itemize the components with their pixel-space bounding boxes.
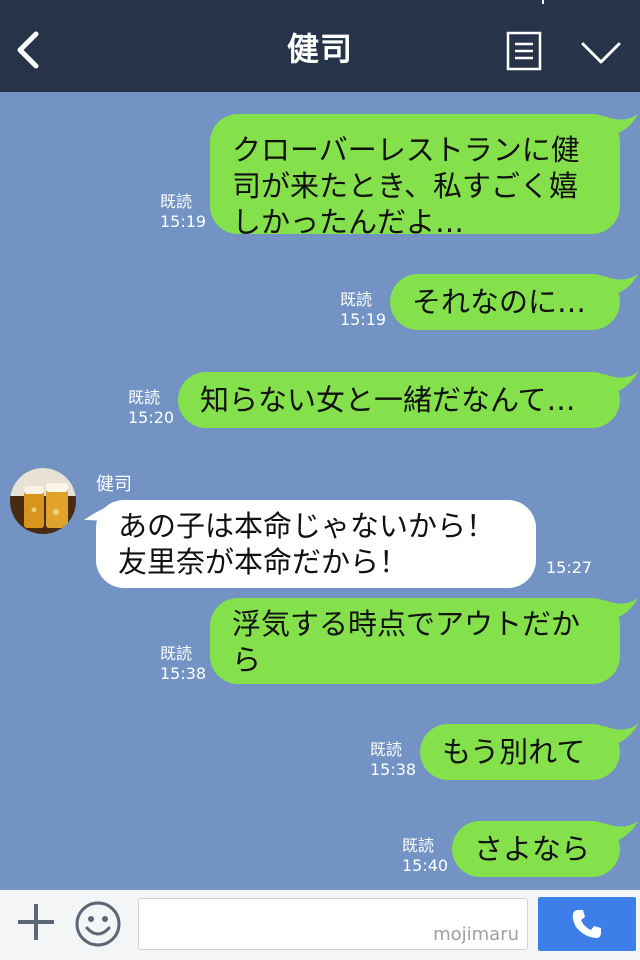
sent-message-bubble[interactable]: それなのに…: [390, 274, 620, 330]
read-status: 既読 15:38: [370, 740, 417, 779]
avatar[interactable]: [10, 468, 76, 534]
emoji-icon[interactable]: [74, 900, 122, 948]
chat-header: 健司: [0, 0, 640, 92]
bubble-tail: [604, 821, 638, 843]
bubble-tail: [604, 372, 638, 394]
bubble-tail: [604, 724, 638, 746]
phone-icon: [572, 910, 601, 938]
sent-message-bubble[interactable]: さよなら: [452, 821, 620, 877]
menu-icon[interactable]: [506, 31, 542, 71]
bubble-tail: [604, 598, 638, 620]
read-status: 既読 15:38: [160, 644, 207, 683]
message-time: 15:27: [546, 558, 593, 577]
sent-message-bubble[interactable]: 知らない女と一緒だなんて…: [178, 372, 620, 428]
bubble-tail: [604, 274, 638, 296]
chat-title: 健司: [286, 30, 353, 68]
read-status: 既読 15:20: [128, 388, 175, 427]
sender-name: 健司: [96, 474, 132, 495]
sent-message-bubble[interactable]: クローバーレストランに健 司が来たとき、私すごく嬉 しかったんだよ…: [210, 114, 620, 239]
plus-icon[interactable]: [14, 900, 58, 944]
chevron-down-icon[interactable]: [580, 38, 622, 68]
sent-message-bubble[interactable]: 浮気する時点でアウトだか ら: [210, 598, 620, 684]
read-status: 既読 15:19: [340, 290, 387, 329]
status-indicator: [542, 0, 544, 4]
call-button[interactable]: [538, 897, 636, 951]
bubble-tail: [604, 114, 638, 136]
read-status: 既読 15:19: [160, 192, 207, 231]
message-input[interactable]: mojimaru: [138, 898, 528, 950]
watermark: mojimaru: [433, 924, 519, 945]
received-message-bubble[interactable]: あの子は本命じゃないから！ 友里奈が本命だから！: [96, 500, 536, 588]
read-status: 既読 15:40: [402, 836, 449, 875]
sent-message-bubble[interactable]: もう別れて: [420, 724, 620, 780]
